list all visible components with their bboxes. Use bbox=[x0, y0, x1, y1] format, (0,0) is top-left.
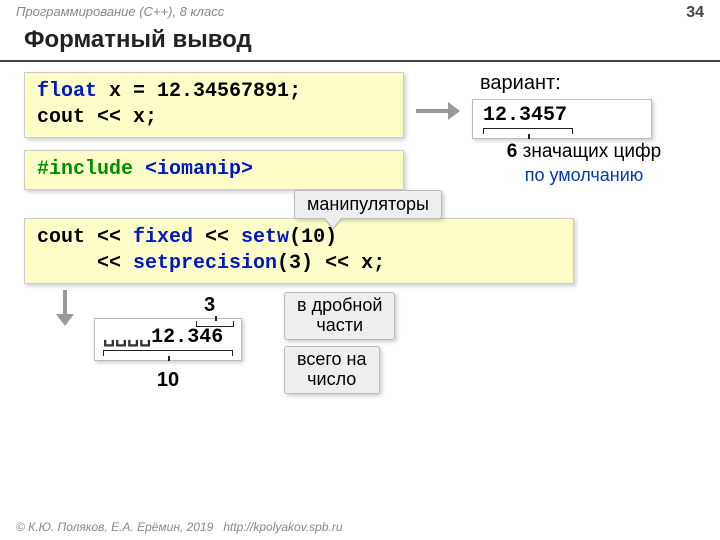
anno-three: 3 bbox=[204, 294, 215, 317]
course-label: Программирование (С++), 8 класс bbox=[16, 4, 224, 22]
callout-total: всего на число bbox=[284, 346, 380, 394]
page-title: Форматный вывод bbox=[0, 24, 720, 62]
code-block-3: cout << fixed << setw(10) << setprecisio… bbox=[24, 218, 574, 284]
variant-label: вариант: bbox=[480, 72, 696, 95]
anno-ten: 10 bbox=[94, 369, 242, 392]
callout-manipulators: манипуляторы bbox=[294, 190, 442, 219]
page-number: 34 bbox=[686, 4, 704, 22]
output-box-2: ␣␣␣␣12.346 bbox=[94, 318, 242, 361]
footer: © К.Ю. Поляков, Е.А. Ерёмин, 2019 http:/… bbox=[16, 520, 343, 534]
arrow-right-icon bbox=[416, 100, 460, 122]
sig-digits-label: 6 значащих цифр bbox=[472, 141, 696, 163]
output-box-1: 12.3457 bbox=[472, 99, 652, 139]
default-label: по умолчанию bbox=[472, 165, 696, 186]
code-block-2: #include <iomanip> bbox=[24, 150, 404, 190]
callout-frac: в дробной части bbox=[284, 292, 395, 340]
arrow-down-icon bbox=[54, 290, 76, 326]
code-block-1: float x = 12.34567891; cout << x; bbox=[24, 72, 404, 138]
